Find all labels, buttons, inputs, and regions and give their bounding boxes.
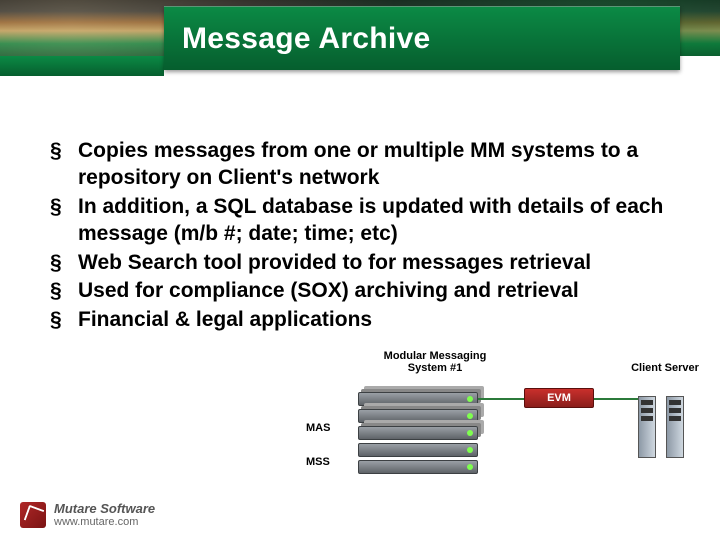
slide-content: Copies messages from one or multiple MM … (0, 90, 720, 334)
slide-title: Message Archive (164, 22, 431, 56)
bullet-item: Web Search tool provided to for messages… (44, 250, 682, 277)
bullet-list: Copies messages from one or multiple MM … (44, 138, 682, 334)
logo-text: Mutare Software www.mutare.com (54, 501, 155, 528)
bullet-item: In addition, a SQL database is updated w… (44, 194, 682, 248)
bullet-item: Copies messages from one or multiple MM … (44, 138, 682, 192)
server-rack-icon (358, 426, 478, 440)
brand-url: www.mutare.com (54, 516, 155, 528)
server-rack-icon (358, 443, 478, 457)
client-server-label: Client Server (630, 362, 700, 374)
title-container: Message Archive (164, 6, 680, 70)
bullet-item: Financial & legal applications (44, 307, 682, 334)
logo-icon (20, 502, 46, 528)
server-rack-icon (358, 460, 478, 474)
mss-label: MSS (306, 456, 330, 468)
server-stack (358, 392, 478, 477)
client-server-icon (638, 396, 686, 458)
connection-line (478, 398, 524, 400)
bullet-item: Used for compliance (SOX) archiving and … (44, 278, 682, 305)
mas-label: MAS (306, 422, 330, 434)
server-tower-icon (666, 396, 684, 458)
connection-line (594, 398, 638, 400)
evm-box: EVM (524, 388, 594, 408)
evm-label: EVM (547, 392, 571, 404)
slide-header: Message Archive (0, 0, 720, 90)
architecture-diagram: Modular Messaging System #1 MAS MSS Clie… (300, 350, 710, 520)
brand-name: Mutare Software (54, 501, 155, 516)
server-rack-icon (358, 392, 478, 406)
server-tower-icon (638, 396, 656, 458)
mm-system-label: Modular Messaging System #1 (380, 350, 490, 374)
server-rack-icon (358, 409, 478, 423)
footer-logo: Mutare Software www.mutare.com (20, 501, 155, 528)
header-accent (0, 56, 164, 76)
